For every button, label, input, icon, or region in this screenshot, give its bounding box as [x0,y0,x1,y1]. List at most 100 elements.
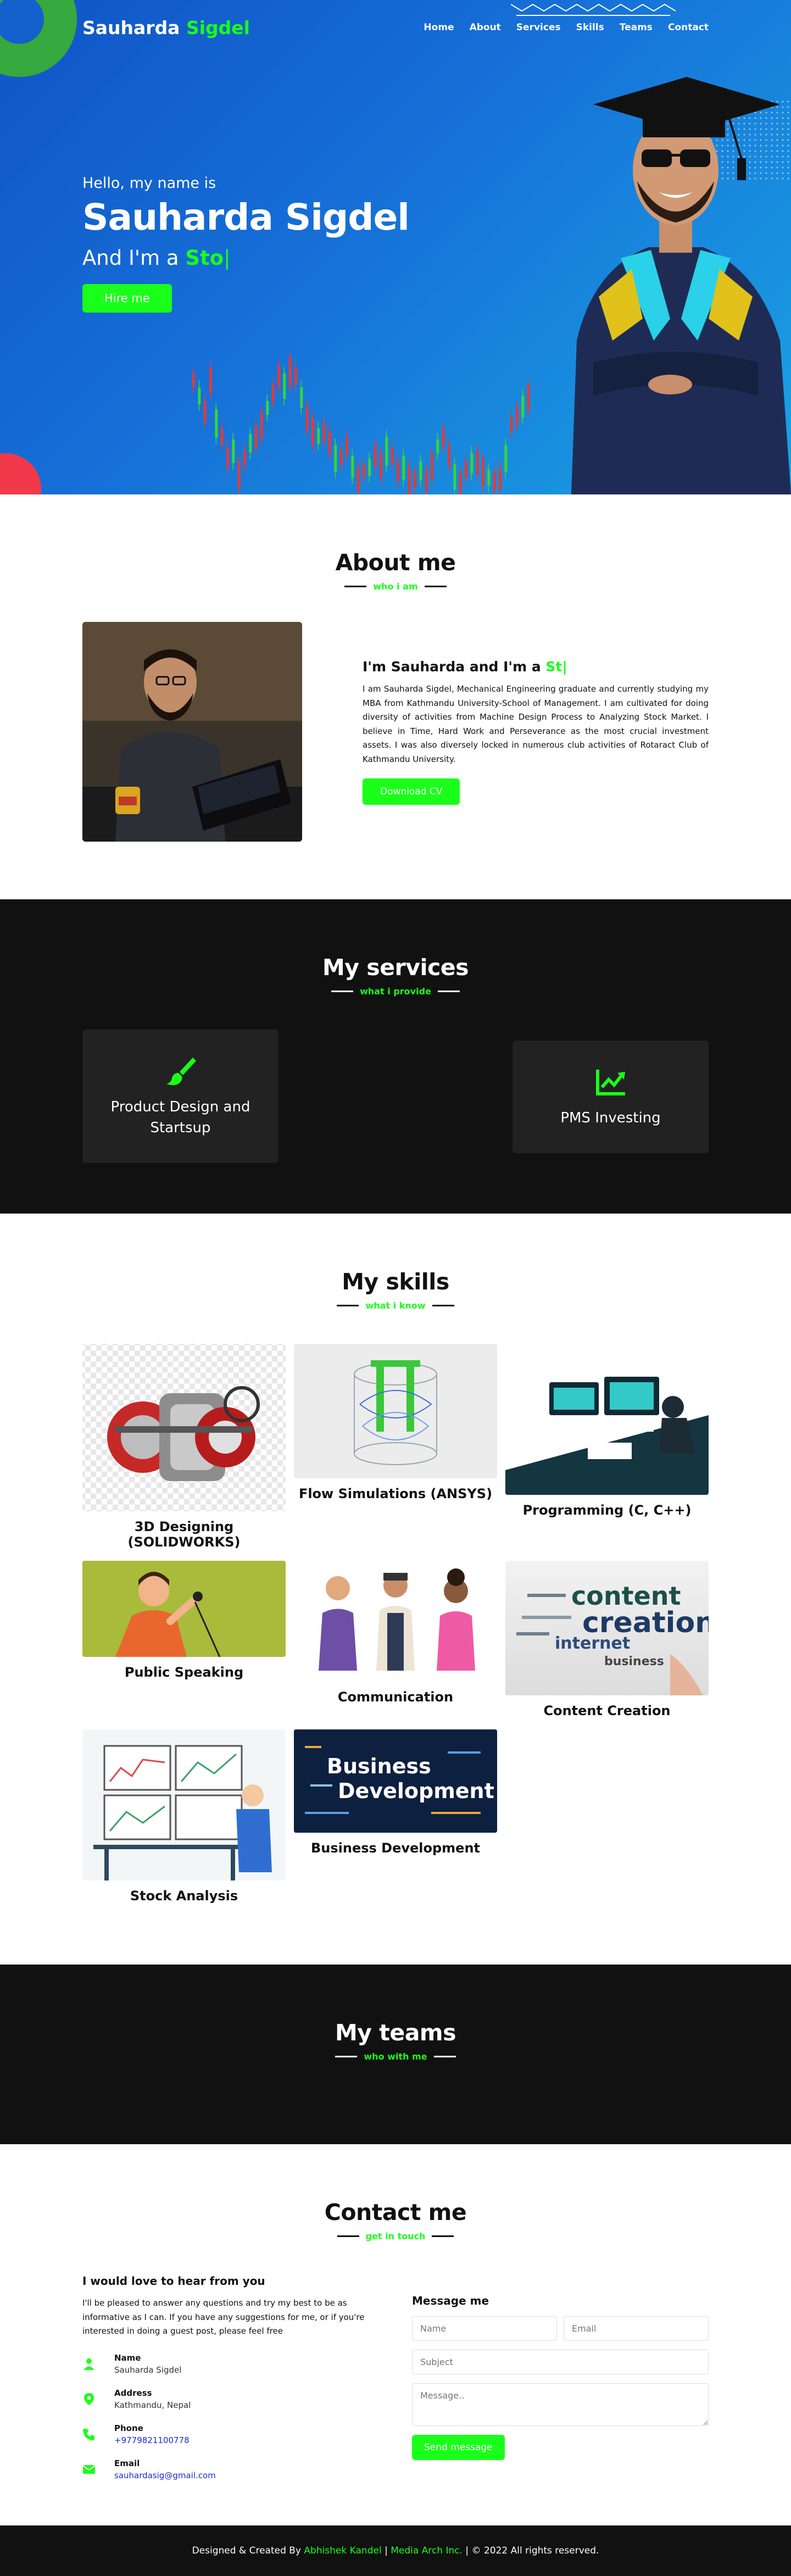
skill-card[interactable]: Public Speaking [82,1561,286,1680]
typing-caret: | [562,659,567,675]
typing-caret: | [224,246,231,270]
info-email: Email sauhardasig@gmail.com [82,2452,382,2487]
skill-image-content-creation: content creation internet business [505,1561,709,1695]
nav-item-skills[interactable]: Skills [576,22,604,33]
skill-label: 3D Designing (SOLIDWORKS) [127,1519,241,1550]
download-cv-button[interactable]: Download CV [363,778,460,805]
divider [433,2056,456,2057]
footer: Designed & Created By Abhishek Kandel | … [0,2525,791,2576]
about-heading-prefix: I'm Sauharda and I'm a [363,659,541,675]
skill-label: Flow Simulations (ANSYS) [298,1486,493,1501]
info-address: Address Kathmandu, Nepal [82,2382,382,2417]
phone-link[interactable]: +9779821100778 [114,2435,190,2445]
info-title: Email [114,2458,140,2468]
info-title: Address [114,2388,152,2398]
skill-card[interactable]: Stock Analysis [82,1729,286,1904]
footer-author-link[interactable]: Abhishek Kandel [304,2545,381,2556]
skill-card[interactable]: Communication [294,1561,497,1705]
email-input[interactable] [564,2316,709,2341]
skill-card[interactable]: 3D Designing (SOLIDWORKS) [82,1344,286,1550]
paintbrush-icon [166,1057,196,1086]
hero-role-typed: Sto [185,246,224,270]
about-subtitle: who i am [373,581,418,592]
divider [331,991,354,992]
logo-first-name: Sauharda [82,16,180,38]
teams-subtitle: who with me [364,2051,427,2062]
skill-card[interactable]: content creation internet business Conte… [505,1561,709,1718]
hero-name: Sauharda Sigdel [82,196,410,238]
teams-title: My teams [335,2019,456,2046]
contact-info: I would love to hear from you I'll be pl… [82,2274,382,2487]
contact-section: Contact me get in touch I would love to … [0,2144,791,2525]
nav-item-contact[interactable]: Contact [668,22,709,33]
business-word-large: Business [327,1754,431,1778]
about-section: About me who i am I'm Sauharda and I'm a… [0,494,791,899]
nav-item-services[interactable]: Services [516,22,561,33]
form-heading: Message me [412,2294,489,2307]
section-title: My skills what i know [82,1268,709,1311]
skill-image-flow-simulation [294,1344,497,1478]
subject-input[interactable] [412,2350,709,2374]
service-title: Product Design and Startsup [110,1098,250,1136]
footer-separator: | [385,2545,388,2556]
footer-company-link[interactable]: Media Arch Inc. [391,2545,463,2556]
hero-role-prefix: And I'm a [82,246,179,270]
divider [432,1305,454,1306]
send-message-button[interactable]: Send message [412,2435,505,2460]
logo-last-name: Sigdel [186,16,250,38]
section-title: About me who i am [82,549,709,592]
skill-label: Programming (C, C++) [522,1503,692,1518]
service-card-pms-investing[interactable]: PMS Investing [513,1041,709,1153]
site-logo[interactable]: Sauharda Sigdel [82,17,250,38]
skill-label: Public Speaking [124,1665,244,1680]
skill-image-3d-design [82,1344,286,1511]
hero-role: And I'm a Sto| [82,246,409,270]
hero-greeting: Hello, my name is [82,175,216,192]
section-subtitle: who with me [82,2051,709,2062]
skill-card[interactable]: Flow Simulations (ANSYS) [294,1344,497,1501]
decorative-circle [0,453,41,494]
skill-image-public-speaking [82,1561,286,1657]
about-photo [82,622,302,842]
info-value: Kathmandu, Nepal [114,2400,191,2410]
business-word: business [604,1655,664,1668]
skill-card[interactable]: Business Development Business Developmen… [294,1729,497,1856]
contact-title: Contact me [324,2199,467,2226]
section-title: My services what i provide [82,954,709,997]
navbar: Sauharda Sigdel Home About Services Skil… [0,0,791,55]
skill-image-communication [294,1561,497,1682]
about-title: About me [335,549,456,576]
email-link[interactable]: sauhardasig@gmail.com [114,2471,216,2480]
section-subtitle: get in touch [82,2231,709,2241]
divider [335,2056,358,2057]
nav-item-home[interactable]: Home [424,22,454,33]
skill-image-stock-analysis [82,1729,286,1880]
nav-item-teams[interactable]: Teams [620,22,653,33]
chart-line-icon [595,1069,625,1095]
envelope-icon [82,2464,96,2474]
hero-text: Hello, my name is Sauharda Sigdel And I'… [82,175,410,313]
skill-card[interactable]: Programming (C, C++) [505,1344,709,1518]
skill-label: Business Development [310,1840,481,1856]
contact-intro: I'll be pleased to answer any questions … [82,2298,365,2336]
contact-form: Message me Send message [412,2274,709,2487]
message-textarea[interactable] [412,2383,709,2426]
skills-subtitle: what i know [365,1300,426,1311]
skill-image-programming [505,1344,709,1495]
skills-title: My skills [342,1268,449,1295]
contact-heading: I would love to hear from you [82,2274,265,2288]
section-subtitle: who i am [82,581,709,592]
footer-prefix: Designed & Created By [192,2545,301,2556]
hire-me-button[interactable]: Hire me [82,284,172,313]
divider [337,2235,359,2237]
about-paragraph: I am Sauharda Sigdel, Mechanical Enginee… [363,684,709,764]
info-title: Name [114,2352,141,2363]
section-subtitle: what i know [82,1300,709,1311]
section-title: My teams who with me [82,2019,709,2062]
skills-section: My skills what i know 3D Designing (SOLI… [0,1214,791,1965]
service-card-product-design[interactable]: Product Design and Startsup [82,1030,278,1163]
nav-item-about[interactable]: About [470,22,501,33]
about-heading: I'm Sauharda and I'm a St| [363,659,709,675]
about-content: I'm Sauharda and I'm a St| I am Sauharda… [363,659,709,805]
name-input[interactable] [412,2316,557,2341]
